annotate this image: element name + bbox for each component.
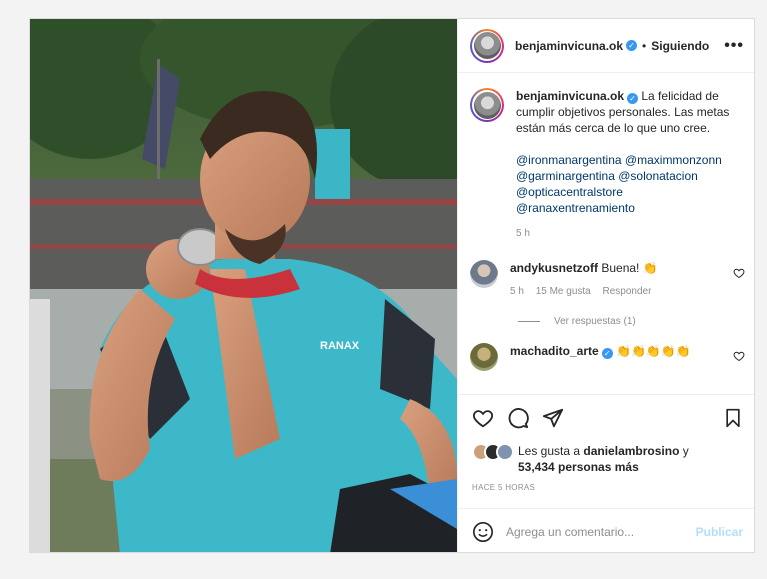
caption: benjaminvicuna.ok ✓ La felicidad de cumpl… [470,88,745,242]
mention-link[interactable]: @opticacentralstore [516,184,745,200]
caption-username[interactable]: benjaminvicuna.ok [516,89,624,103]
more-options-icon[interactable]: ••• [724,37,744,55]
caption-mentions: @ironmanargentina @maximmonzonn @garmina… [516,152,745,216]
post-header: benjaminvicuna.ok ✓ • Siguiendo ••• [458,19,754,73]
comment-meta: 5 h 15 Me gusta Responder [510,284,733,300]
likes-connector: y [682,444,689,458]
comment-heart-icon[interactable] [733,350,745,362]
emoji-icon[interactable] [472,521,494,543]
following-button[interactable]: Siguiendo [651,39,709,53]
separator-dot: • [642,38,647,53]
publish-button[interactable]: Publicar [696,525,743,539]
comment-item: machadito_arte ✓ 👏👏👏👏👏 [470,343,745,371]
verified-badge-icon: ✓ [601,348,613,359]
post-actions: Les gusta a danielambrosino y 53,434 per… [458,394,754,492]
mention-link[interactable]: @ranaxentrenamiento [516,200,745,216]
post-time-ago[interactable]: HACE 5 HORAS [472,483,743,492]
comment-icon[interactable] [507,407,529,429]
caption-time[interactable]: 5 h [516,228,530,239]
comment-input[interactable] [506,524,696,539]
comment-text: 👏👏👏👏👏 [616,344,691,358]
verified-badge-icon: ✓ [626,40,638,51]
add-comment-bar: Publicar [458,508,754,552]
liker-avatar [496,443,514,461]
comment-text: Buena! 👏 [601,261,658,275]
caption-meta: 5 h [516,226,745,242]
comment-heart-icon[interactable] [733,267,745,279]
verified-badge-icon: ✓ [627,93,639,104]
header-meta: benjaminvicuna.ok ✓ • Siguiendo [515,39,709,53]
heart-icon[interactable] [472,407,494,429]
mention-link[interactable]: @garminargentina [516,169,615,183]
post-side-panel: benjaminvicuna.ok ✓ • Siguiendo ••• benj… [457,19,754,552]
liker-username[interactable]: danielambrosino [583,444,679,458]
bookmark-icon[interactable] [723,407,743,429]
commenter-username[interactable]: andykusnetzoff [510,261,598,275]
likes-count[interactable]: 53,434 personas más [518,460,639,474]
likes-text: Les gusta a danielambrosino y 53,434 per… [518,443,689,475]
commenter-avatar[interactable] [470,343,498,371]
commenter-username[interactable]: machadito_arte [510,344,599,358]
jersey-brand-text: RANAX [320,340,360,352]
mention-link[interactable]: @maximmonzonn [625,153,722,167]
comment-item: andykusnetzoff Buena! 👏 5 h 15 Me gusta … [470,260,745,300]
comments-section[interactable]: benjaminvicuna.ok ✓ La felicidad de cumpl… [458,74,754,394]
view-replies-label: Ver respuestas (1) [554,316,636,327]
post-photo-illustration: RANAX [30,19,457,552]
instagram-post: RANAX benjaminvicuna.ok ✓ • Siguiendo ••… [29,18,755,553]
comment-time[interactable]: 5 h [510,286,524,297]
post-photo[interactable]: RANAX [30,19,457,552]
author-username[interactable]: benjaminvicuna.ok [515,39,623,53]
view-replies-button[interactable]: Ver respuestas (1) [518,316,745,327]
author-avatar[interactable] [470,28,504,63]
comment-likes[interactable]: 15 Me gusta [536,286,591,297]
mention-link[interactable]: @solonatacion [618,169,698,183]
mention-link[interactable]: @ironmanargentina [516,153,622,167]
action-icons [472,405,743,431]
divider-line [518,321,540,322]
reply-button[interactable]: Responder [603,286,652,297]
caption-avatar[interactable] [470,88,504,122]
liker-avatars[interactable] [472,443,518,461]
likes-summary: Les gusta a danielambrosino y 53,434 per… [472,443,743,475]
commenter-avatar[interactable] [470,260,498,288]
share-icon[interactable] [542,407,564,429]
likes-prefix: Les gusta a [518,444,581,458]
